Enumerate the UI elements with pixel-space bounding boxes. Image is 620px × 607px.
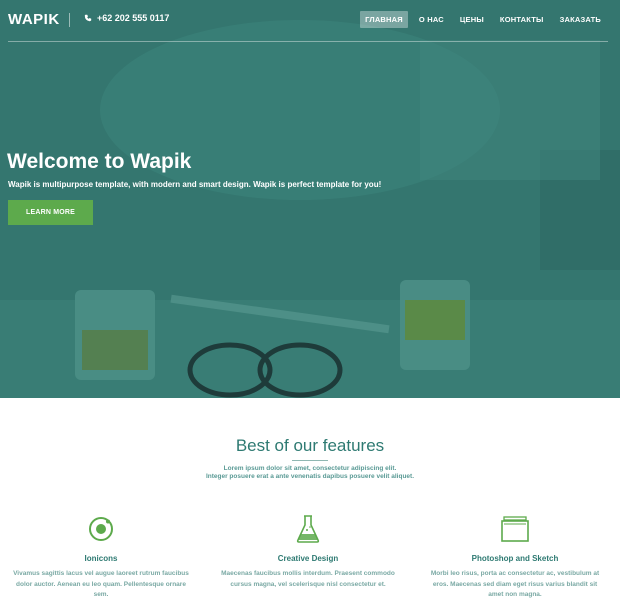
features-description: Lorem ipsum dolor sit amet, consectetur … [0,465,620,481]
header-divider [69,13,70,27]
feature-creative-design: Creative Design Maecenas faucibus mollis… [218,514,398,590]
hero-title: Welcome to Wapik [7,150,192,173]
nav-prices[interactable]: ЦЕНЫ [455,11,489,28]
features-desc-line2: Integer posuere erat a ante venenatis da… [205,473,415,480]
feature-ionicons: Ionicons Vivamus sagittis lacus vel augu… [11,514,191,601]
layers-icon [501,516,529,542]
nav-contacts[interactable]: КОНТАКТЫ [495,11,549,28]
top-navbar: WAPIK +62 202 555 0117 ГЛАВНАЯ О НАС ЦЕН… [0,0,620,42]
header-rule [8,41,608,42]
flask-icon [296,515,320,543]
features-section: Best of our features Lorem ipsum dolor s… [0,398,620,607]
nav-order[interactable]: ЗАКАЗАТЬ [555,11,606,28]
hero-section: WAPIK +62 202 555 0117 ГЛАВНАЯ О НАС ЦЕН… [0,0,620,398]
main-nav: ГЛАВНАЯ О НАС ЦЕНЫ КОНТАКТЫ ЗАКАЗАТЬ [360,11,606,28]
phone-icon [84,14,92,22]
feature-text: Morbi leo risus, porta ac consectetur ac… [430,570,600,598]
hero-subtitle: Wapik is multipurpose template, with mod… [8,180,382,189]
feature-photoshop-sketch: Photoshop and Sketch Morbi leo risus, po… [425,514,605,601]
phone-contact: +62 202 555 0117 [84,13,169,23]
features-title-underline [292,460,328,461]
learn-more-button[interactable]: LEARN MORE [8,200,93,225]
features-desc-line1: Lorem ipsum dolor sit amet, consectetur … [223,465,397,472]
feature-title: Ionicons [84,554,118,563]
hero-background-photo [0,0,620,398]
feature-text: Maecenas faucibus mollis interdum. Praes… [221,570,395,588]
nav-home[interactable]: ГЛАВНАЯ [360,11,408,28]
nav-about[interactable]: О НАС [414,11,449,28]
brand-logo[interactable]: WAPIK [8,11,60,28]
feature-text: Vivamus sagittis lacus vel augue laoreet… [13,570,189,598]
feature-title: Creative Design [277,554,339,563]
feature-title: Photoshop and Sketch [471,554,559,563]
features-title: Best of our features [235,436,385,455]
ionicons-logo-icon [89,517,113,541]
phone-number[interactable]: +62 202 555 0117 [97,13,169,23]
